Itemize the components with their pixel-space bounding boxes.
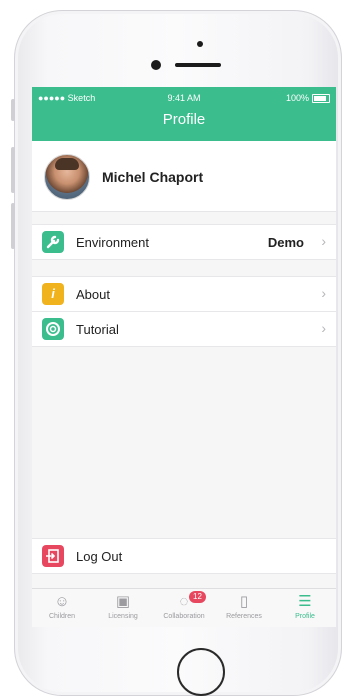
tab-profile[interactable]: ☰ Profile <box>275 589 335 627</box>
proximity-sensor <box>197 41 203 47</box>
tab-label: Collaboration <box>163 613 205 620</box>
front-camera <box>151 60 161 70</box>
environment-row[interactable]: Environment Demo › <box>32 224 336 260</box>
logout-row[interactable]: Log Out <box>32 538 336 574</box>
child-face-icon: ☺ <box>54 593 70 610</box>
tutorial-row[interactable]: Tutorial › <box>32 311 336 347</box>
battery-icon <box>312 93 330 103</box>
chevron-right-icon: › <box>321 233 326 249</box>
chevron-right-icon: › <box>321 285 326 301</box>
volume-down-button <box>11 203 15 249</box>
tab-children[interactable]: ☺ Children <box>32 589 92 627</box>
environment-label: Environment <box>76 235 149 250</box>
wrench-icon <box>42 231 64 253</box>
avatar-hair <box>55 158 79 170</box>
about-label: About <box>76 287 110 302</box>
battery-percent: 100% <box>285 93 309 103</box>
phone-outline-icon: ▯ <box>239 593 249 610</box>
info-icon: i <box>42 283 64 305</box>
profile-name: Michel Chaport <box>102 169 204 185</box>
tab-label: Profile <box>295 613 315 620</box>
battery-group: 100% <box>286 93 330 103</box>
lifebuoy-icon <box>42 318 64 340</box>
tab-licensing[interactable]: ▣ Licensing <box>93 589 153 627</box>
about-row[interactable]: i About › <box>32 276 336 312</box>
volume-up-button <box>11 147 15 193</box>
profile-header[interactable]: Michel Chaport <box>32 141 336 212</box>
nav-bar: ●●●●● Sketch 9:41 AM 100% Profile <box>32 87 336 141</box>
chevron-right-icon: › <box>321 320 326 336</box>
tutorial-label: Tutorial <box>76 322 119 337</box>
tab-collaboration[interactable]: ◌ 12 Collaboration <box>154 589 214 627</box>
avatar <box>44 154 90 200</box>
environment-value: Demo <box>267 235 304 250</box>
app-screen: ●●●●● Sketch 9:41 AM 100% Profile Michel… <box>32 87 336 627</box>
notification-badge: 12 <box>189 591 206 603</box>
tab-bar: ☺ Children ▣ Licensing ◌ 12 Collaboratio… <box>32 588 336 627</box>
page-title: Profile <box>162 111 206 128</box>
logout-label: Log Out <box>76 549 123 564</box>
tab-label: References <box>226 613 262 620</box>
logout-icon <box>42 545 64 567</box>
hamburger-menu-icon: ☰ <box>298 593 312 610</box>
tab-references[interactable]: ▯ References <box>214 589 274 627</box>
earpiece-speaker <box>175 63 221 67</box>
tab-label: Licensing <box>108 613 138 620</box>
certificate-icon: ▣ <box>115 593 131 610</box>
tab-label: Children <box>48 613 76 620</box>
mute-switch <box>11 99 15 121</box>
home-button[interactable] <box>177 648 225 696</box>
status-bar: ●●●●● Sketch 9:41 AM 100% <box>32 93 336 107</box>
